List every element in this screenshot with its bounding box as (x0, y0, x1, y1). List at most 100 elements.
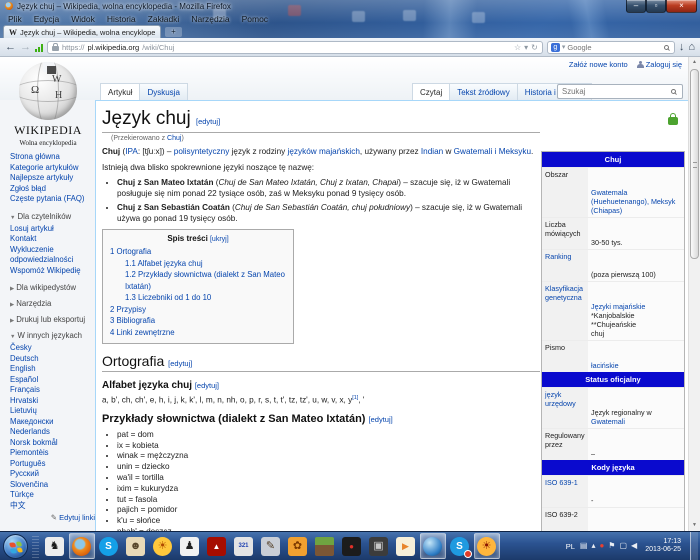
wiki-search-box[interactable] (557, 84, 683, 99)
taskbar-app[interactable]: ✎ (258, 533, 284, 559)
window-control-button[interactable]: ▫ (646, 0, 666, 13)
url-bar[interactable]: https://pl.wikipedia.org/wiki/Chuj ☆ ▾ ↻ (47, 41, 543, 54)
stats-icon[interactable] (35, 43, 43, 52)
toc-link[interactable]: 1.1 Alfabet języka chuj (125, 258, 286, 270)
taskbar-app[interactable]: ♞ (42, 533, 68, 559)
sidebar-link[interactable]: Türkçe (10, 490, 95, 501)
taskbar-app[interactable]: ✿ (285, 533, 311, 559)
page-tab[interactable]: Dyskusja (140, 83, 187, 100)
toc-link[interactable]: 1 Ortografia (110, 246, 286, 258)
sidebar-link[interactable]: Kontakt (10, 234, 95, 245)
taskbar-app[interactable]: 321 (231, 533, 257, 559)
window-control-button[interactable]: – (626, 0, 646, 13)
sidebar-link[interactable]: Česky (10, 343, 95, 354)
sidebar-link[interactable]: Français (10, 385, 95, 396)
vertical-scrollbar[interactable]: ▲ ▼ (688, 57, 700, 531)
login-link[interactable]: Zaloguj się (637, 60, 682, 69)
sidebar-link[interactable]: Hrvatski (10, 396, 95, 407)
tray-icon[interactable]: ▴ (591, 542, 595, 550)
browser-search-input[interactable] (567, 43, 661, 52)
downloads-icon[interactable]: ↓ (679, 42, 685, 53)
page-tab[interactable]: Artykuł (100, 83, 140, 100)
taskbar-app[interactable]: ☀ (150, 533, 176, 559)
scroll-up-arrow[interactable]: ▲ (689, 57, 700, 68)
toc-link[interactable]: 1.3 Liczebniki od 1 do 10 (125, 292, 286, 304)
sidebar-group-header[interactable]: ▶Dla wikipedystów (10, 283, 95, 292)
edit-section-link[interactable]: [edytuj] (196, 117, 220, 126)
toc-link[interactable]: 2 Przypisy (110, 304, 286, 316)
show-desktop-button[interactable] (690, 532, 698, 560)
taskbar-app[interactable]: ● (339, 533, 365, 559)
sidebar-link[interactable]: Русский (10, 469, 95, 480)
bookmark-star-icon[interactable]: ☆ (514, 43, 521, 52)
edit-section-link[interactable]: [edytuj] (369, 415, 393, 424)
sidebar-link[interactable]: Wspomóż Wikipedię (10, 266, 95, 277)
search-engine-dropdown-icon[interactable]: ▾ (562, 43, 566, 51)
sidebar-link[interactable]: Piemontèis (10, 448, 95, 459)
sidebar-link[interactable]: Lietuvių (10, 406, 95, 417)
window-control-button[interactable]: × (666, 0, 697, 13)
sidebar-link[interactable]: Norsk bokmål (10, 438, 95, 449)
create-account-link[interactable]: Załóż nowe konto (569, 60, 628, 69)
toc-link[interactable]: 4 Linki zewnętrzne (110, 327, 286, 339)
tray-icon[interactable]: ● (599, 542, 604, 550)
wikipedia-logo[interactable]: ΩWH WIKIPEDIA Wolna encyklopedia (10, 62, 86, 147)
reload-icon[interactable]: ↻ (531, 43, 538, 52)
tray-icon[interactable]: ▤ (580, 542, 588, 550)
browser-tab[interactable]: W Język chuj – Wikipedia, wolna encyklop… (3, 25, 161, 38)
taskbar-app[interactable] (420, 533, 446, 559)
sidebar-group-header[interactable]: ▶Narzędzia (10, 299, 95, 308)
edit-links-link[interactable]: ✎ Edytuj linki (10, 513, 95, 522)
sidebar-group-header[interactable]: ▼Dla czytelników (10, 212, 95, 221)
tray-icon[interactable]: ◀ (631, 542, 637, 550)
search-magnifier-icon[interactable] (664, 45, 669, 50)
taskbar-app[interactable]: ▶ (393, 533, 419, 559)
taskbar-app[interactable] (69, 533, 95, 559)
sidebar-link[interactable]: Español (10, 375, 95, 386)
home-icon[interactable]: ⌂ (688, 42, 695, 53)
back-button[interactable]: ← (5, 42, 16, 53)
toc-link[interactable]: 1.2 Przykłady słownictwa (dialekt z San … (125, 269, 286, 292)
taskbar-app[interactable] (312, 533, 338, 559)
wiki-search-input[interactable] (562, 87, 671, 96)
sidebar-link[interactable]: Najlepsze artykuły (10, 173, 95, 184)
taskbar-app[interactable]: ♟ (177, 533, 203, 559)
search-engine-icon[interactable]: g (551, 43, 560, 52)
page-tab[interactable]: Tekst źródłowy (450, 83, 517, 100)
menu-item[interactable]: Pomoc (236, 12, 274, 25)
sidebar-link[interactable]: English (10, 364, 95, 375)
tray-icon[interactable]: ⚑ (608, 542, 615, 550)
sidebar-link[interactable]: Deutsch (10, 354, 95, 365)
sidebar-link[interactable]: Kategorie artykułów (10, 163, 95, 174)
sidebar-link[interactable]: Losuj artykuł (10, 224, 95, 235)
sidebar-link[interactable]: Nederlands (10, 427, 95, 438)
sidebar-link[interactable]: Português (10, 459, 95, 470)
menu-item[interactable]: Widok (65, 12, 101, 25)
taskbar-app[interactable]: ☀ (474, 533, 500, 559)
menu-item[interactable]: Plik (2, 12, 28, 25)
sidebar-link[interactable]: Slovenčina (10, 480, 95, 491)
url-dropdown-icon[interactable]: ▾ (524, 43, 528, 52)
sidebar-group-header[interactable]: ▶Drukuj lub eksportuj (10, 315, 95, 324)
start-button[interactable] (3, 534, 28, 559)
sidebar-link[interactable]: Częste pytania (FAQ) (10, 194, 95, 205)
browser-search-box[interactable]: g ▾ (547, 41, 675, 54)
window-titlebar[interactable]: Język chuj – Wikipedia, wolna encykloped… (0, 0, 700, 12)
edit-section-link[interactable]: [edytuj] (168, 359, 192, 368)
sidebar-link[interactable]: 中文 (10, 501, 95, 512)
tray-icon[interactable]: ▢ (619, 542, 627, 550)
scroll-down-arrow[interactable]: ▼ (689, 520, 700, 531)
taskbar-app[interactable]: ▣ (366, 533, 392, 559)
taskbar-app[interactable]: S (96, 533, 122, 559)
clock[interactable]: 17:13 2013-06-25 (645, 538, 681, 555)
search-magnifier-icon[interactable] (671, 89, 676, 94)
toc-hide-link[interactable]: [ukryj] (210, 236, 229, 243)
edit-section-link[interactable]: [edytuj] (195, 381, 219, 390)
menu-item[interactable]: Edycja (28, 12, 66, 25)
sidebar-link[interactable]: Zgłoś błąd (10, 184, 95, 195)
page-tab[interactable]: Czytaj (412, 83, 450, 100)
sidebar-link[interactable]: Македонски (10, 417, 95, 428)
toc-link[interactable]: 3 Bibliografia (110, 315, 286, 327)
taskbar-app[interactable]: S (447, 533, 473, 559)
taskbar-app[interactable]: ▲ (204, 533, 230, 559)
